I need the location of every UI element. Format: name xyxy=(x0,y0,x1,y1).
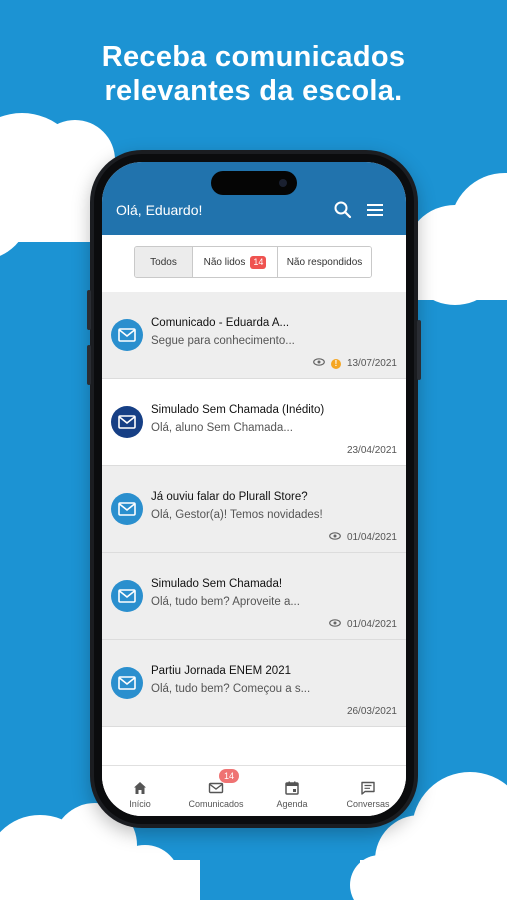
message-preview: Segue para conhecimento... xyxy=(151,335,295,347)
filter-unanswered-button[interactable]: Não respondidos xyxy=(278,247,371,277)
message-list: Comunicado - Eduarda A... Segue para conh… xyxy=(102,292,406,727)
nav-chats-label: Conversas xyxy=(346,799,390,809)
filter-bar: Todos Não lidos 14 Não respondidos xyxy=(102,235,406,292)
calendar-icon xyxy=(285,781,299,795)
filter-segmented-control: Todos Não lidos 14 Não respondidos xyxy=(134,246,372,278)
envelope-icon xyxy=(111,406,143,438)
phone-volume-down-button xyxy=(87,345,91,385)
seen-eye-icon xyxy=(329,532,341,543)
nav-chats[interactable]: Conversas xyxy=(330,766,406,816)
filter-unread-label: Não lidos xyxy=(203,256,246,268)
chat-icon xyxy=(361,781,375,795)
message-meta: ! 13/07/2021 xyxy=(313,358,397,369)
filter-all-button[interactable]: Todos xyxy=(135,247,193,277)
message-item[interactable]: Simulado Sem Chamada! Olá, tudo bem? Apro… xyxy=(102,553,406,640)
filter-all-label: Todos xyxy=(150,256,177,268)
phone-power-button xyxy=(417,320,421,380)
bottom-navigation: Início 14 Comunicados Agenda Conversas xyxy=(102,765,406,816)
message-title: Comunicado - Eduarda A... xyxy=(151,317,290,329)
dynamic-island xyxy=(211,171,297,195)
search-icon[interactable] xyxy=(333,200,353,220)
seen-eye-icon xyxy=(313,358,325,369)
message-preview: Olá, aluno Sem Chamada... xyxy=(151,422,293,434)
envelope-icon xyxy=(111,667,143,699)
message-preview: Olá, tudo bem? Aproveite a... xyxy=(151,596,300,608)
mail-icon xyxy=(208,782,224,794)
message-date: 26/03/2021 xyxy=(346,706,397,717)
message-item[interactable]: Já ouviu falar do Plurall Store? Olá, Ges… xyxy=(102,466,406,553)
message-preview: Olá, Gestor(a)! Temos novidades! xyxy=(151,509,323,521)
message-title: Já ouviu falar do Plurall Store? xyxy=(151,491,308,503)
hamburger-menu-icon[interactable] xyxy=(365,200,385,220)
message-item[interactable]: Partiu Jornada ENEM 2021 Olá, tudo bem? C… xyxy=(102,640,406,727)
nav-agenda-label: Agenda xyxy=(276,799,308,809)
message-item[interactable]: Simulado Sem Chamada (Inédito) Olá, aluno… xyxy=(102,379,406,466)
unread-count-badge: 14 xyxy=(250,255,267,269)
messages-count-badge: 14 xyxy=(219,769,240,783)
message-title: Simulado Sem Chamada (Inédito) xyxy=(151,404,325,416)
app-bar: Olá, Eduardo! xyxy=(102,162,406,235)
message-meta: 26/03/2021 xyxy=(347,706,397,717)
phone-volume-up-button xyxy=(87,290,91,330)
home-icon xyxy=(134,782,146,794)
message-date: 13/07/2021 xyxy=(346,358,397,369)
greeting-text: Olá, Eduardo! xyxy=(116,202,203,218)
message-meta: 01/04/2021 xyxy=(329,619,397,630)
message-meta: 01/04/2021 xyxy=(329,532,397,543)
headline-line-2: relevantes da escola. xyxy=(104,75,403,107)
message-item[interactable]: Comunicado - Eduarda A... Segue para conh… xyxy=(102,292,406,379)
envelope-icon xyxy=(111,319,143,351)
headline-line-1: Receba comunicados xyxy=(101,41,406,73)
message-title: Simulado Sem Chamada! xyxy=(151,578,283,590)
nav-home[interactable]: Início xyxy=(102,766,178,816)
envelope-icon xyxy=(111,493,143,525)
envelope-icon xyxy=(111,580,143,612)
alert-icon: ! xyxy=(330,358,341,369)
promo-headline: Receba comunicados relevantes da escola. xyxy=(0,40,507,108)
filter-unanswered-label: Não respondidos xyxy=(286,256,363,268)
seen-eye-icon xyxy=(329,619,341,630)
phone-screen: Olá, Eduardo! Todos Não lidos 14 Não res… xyxy=(102,162,406,816)
message-preview: Olá, tudo bem? Começou a s... xyxy=(151,683,311,695)
nav-home-label: Início xyxy=(129,799,151,809)
camera-icon xyxy=(279,179,287,187)
message-date: 01/04/2021 xyxy=(346,619,397,630)
filter-unread-button[interactable]: Não lidos 14 xyxy=(193,247,278,277)
message-date: 23/04/2021 xyxy=(346,445,397,456)
nav-agenda[interactable]: Agenda xyxy=(254,766,330,816)
nav-messages[interactable]: 14 Comunicados xyxy=(178,766,254,816)
message-title: Partiu Jornada ENEM 2021 xyxy=(151,665,291,677)
nav-messages-label: Comunicados xyxy=(188,799,244,809)
message-meta: 23/04/2021 xyxy=(347,445,397,456)
message-date: 01/04/2021 xyxy=(346,532,397,543)
